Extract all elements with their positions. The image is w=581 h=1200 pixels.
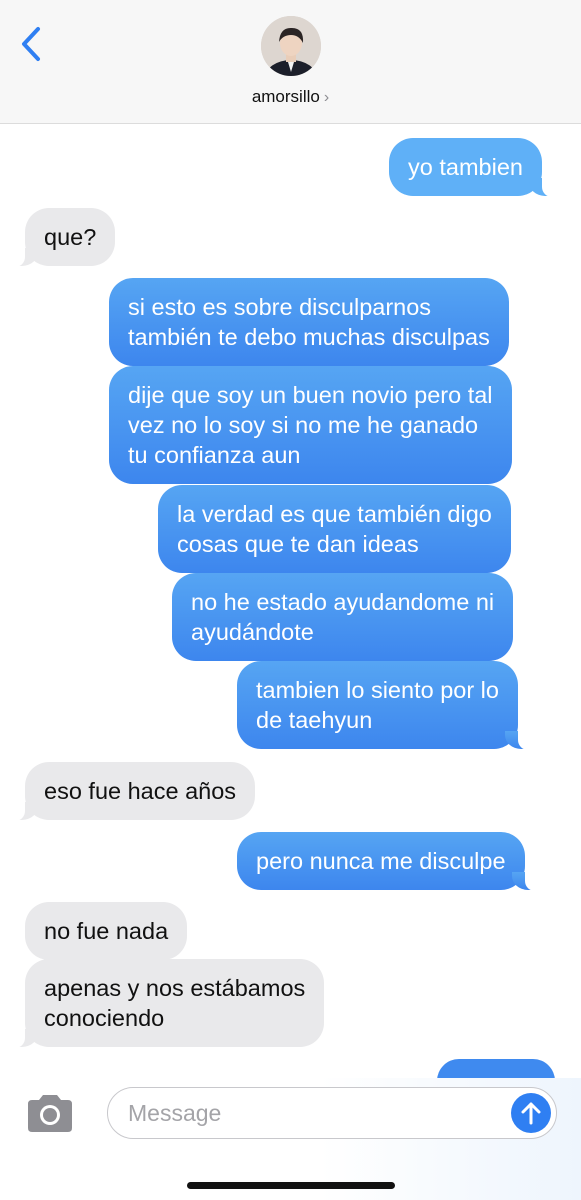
message-line: yo tambien <box>408 154 523 180</box>
message-bubble-outgoing[interactable]: tambien lo siento por lo de taehyun <box>237 661 530 750</box>
message-line: si esto es sobre disculparnos <box>128 294 432 320</box>
message-line: no fue nada <box>44 918 169 944</box>
message-input[interactable] <box>128 1098 498 1128</box>
chevron-right-icon: › <box>323 89 330 106</box>
message-line: eso fue hace años <box>44 778 237 804</box>
camera-button[interactable] <box>24 1092 76 1134</box>
chevron-left-icon <box>22 27 40 61</box>
message-bubble-outgoing-partial[interactable] <box>437 1059 555 1080</box>
message-thread[interactable]: yo tambien que? si esto es sobre disculp… <box>0 124 581 1080</box>
message-bubble-incoming[interactable]: apenas y nos estábamos conociendo <box>12 959 325 1048</box>
message-line: vez no lo soy si no me he ganado <box>128 412 479 438</box>
message-bubble-outgoing[interactable]: yo tambien <box>389 138 554 197</box>
home-indicator <box>187 1182 395 1189</box>
contact-name: amorsillo <box>251 87 320 106</box>
message-bubble-outgoing[interactable]: la verdad es que también digo cosas que … <box>158 485 511 573</box>
message-input-container[interactable] <box>107 1087 557 1139</box>
composer-bar <box>0 1078 581 1200</box>
avatar[interactable] <box>261 16 321 76</box>
message-bubble-outgoing[interactable]: no he estado ayudandome ni ayudándote <box>172 573 514 661</box>
message-bubble-outgoing[interactable]: pero nunca me disculpe <box>237 832 537 891</box>
message-line: también te debo muchas disculpas <box>128 324 490 350</box>
message-line: ayudándote <box>191 619 314 645</box>
camera-icon <box>28 1095 72 1132</box>
message-line: no he estado ayudandome ni <box>191 589 495 615</box>
message-line: tu confianza aun <box>128 442 301 468</box>
send-button[interactable] <box>511 1093 551 1133</box>
message-line: de taehyun <box>256 707 373 733</box>
message-bubble-incoming[interactable]: eso fue hace años <box>12 762 256 821</box>
message-line: la verdad es que también digo <box>177 501 492 527</box>
conversation-header: amorsillo › <box>0 0 581 124</box>
back-button[interactable] <box>14 22 48 66</box>
contact-name-button[interactable]: amorsillo › <box>0 86 581 109</box>
message-bubble-incoming[interactable]: que? <box>12 208 116 267</box>
message-line: dije que soy un buen novio pero tal <box>128 382 493 408</box>
message-line: pero nunca me disculpe <box>256 848 506 874</box>
message-bubble-outgoing[interactable]: si esto es sobre disculparnos también te… <box>109 278 509 366</box>
message-line: que? <box>44 224 97 250</box>
message-line: tambien lo siento por lo <box>256 677 499 703</box>
message-bubble-outgoing[interactable]: dije que soy un buen novio pero tal vez … <box>109 366 512 484</box>
message-line: cosas que te dan ideas <box>177 531 419 557</box>
arrow-up-icon <box>521 1102 541 1125</box>
message-bubble-incoming[interactable]: no fue nada <box>25 902 188 960</box>
message-line: conociendo <box>44 1005 165 1031</box>
message-line: apenas y nos estábamos <box>44 975 306 1001</box>
